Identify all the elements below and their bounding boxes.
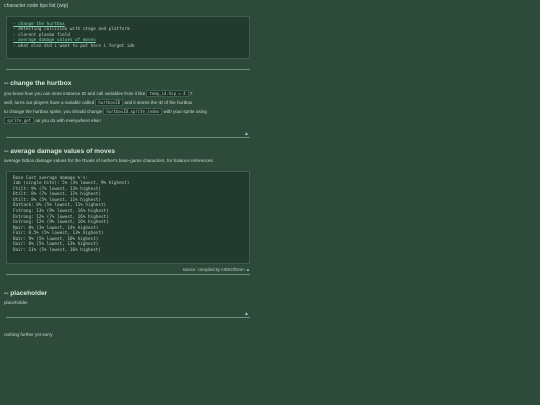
- footer-text: nothing further yet sorry: [4, 331, 53, 337]
- hurtbox-text-2b: and it stores the ID of the hurtbox: [124, 99, 193, 105]
- back-to-top-icon[interactable]: ▲: [246, 267, 250, 272]
- divider: [6, 68, 250, 70]
- hurtbox-text-1: you know how you can store instance ID a…: [4, 90, 146, 96]
- divider: ▲: [6, 131, 250, 138]
- toc-link-hurtbox[interactable]: - change the hurtbox: [13, 22, 65, 27]
- hurtbox-text-4: as you do with everywhere else!: [35, 117, 101, 123]
- table-of-contents: - change the hurtbox - detecting collisi…: [6, 15, 250, 59]
- section-heading-placeholder: -- placeholder: [4, 289, 48, 297]
- hurtbox-paragraph: you know how you can store instance ID a…: [4, 89, 250, 126]
- source-text: source: compiled by ArtistOfSeen: [182, 266, 245, 272]
- toc-link-damage-values[interactable]: - average damage values of moves: [13, 38, 96, 43]
- section-heading-hurtbox: -- change the hurtbox: [4, 79, 72, 87]
- hurtbox-text-3b: with your sprite using: [163, 108, 207, 114]
- inline-code: hurtboxID.sprite_index: [103, 107, 163, 115]
- divider: [6, 273, 250, 275]
- back-to-top-icon[interactable]: ▲: [244, 311, 249, 317]
- hurtbox-text-2: well, turns out players have a variable …: [4, 99, 95, 105]
- page-title: character code tips list (wip): [4, 3, 69, 9]
- toc-item-clarent: - clarent plasma field: [13, 32, 70, 38]
- toc-item-misc: - what else did i want to put here i for…: [13, 43, 135, 49]
- toc-item-collision: - detecting collision with stage and pla…: [13, 27, 130, 33]
- back-to-top-icon[interactable]: ▲: [244, 131, 249, 137]
- page-root: character code tips list (wip) - change …: [0, 0, 540, 405]
- damage-intro: average hitbox damage values for the Riv…: [4, 157, 215, 163]
- inline-code: temp_id.hsp = 4: [146, 89, 189, 97]
- section-heading-damage: -- average damage values of moves: [4, 147, 116, 155]
- source-credit: source: compiled by ArtistOfSeen ▲: [4, 267, 250, 272]
- inline-code: hurtboxID: [95, 98, 124, 106]
- inline-code: sprite_get: [4, 116, 35, 124]
- hurtbox-text-1b: ?: [189, 90, 193, 96]
- content-column: character code tips list (wip) - change …: [0, 0, 250, 337]
- damage-code-block: Base Cast average damage %'s: Jab (single…: [6, 170, 250, 264]
- code-line: Dair: 11% (5% lowest, 16% highest): [13, 248, 101, 254]
- divider: ▲: [6, 311, 250, 318]
- hurtbox-text-3: to change the hurtbox sprite, you should…: [4, 108, 103, 114]
